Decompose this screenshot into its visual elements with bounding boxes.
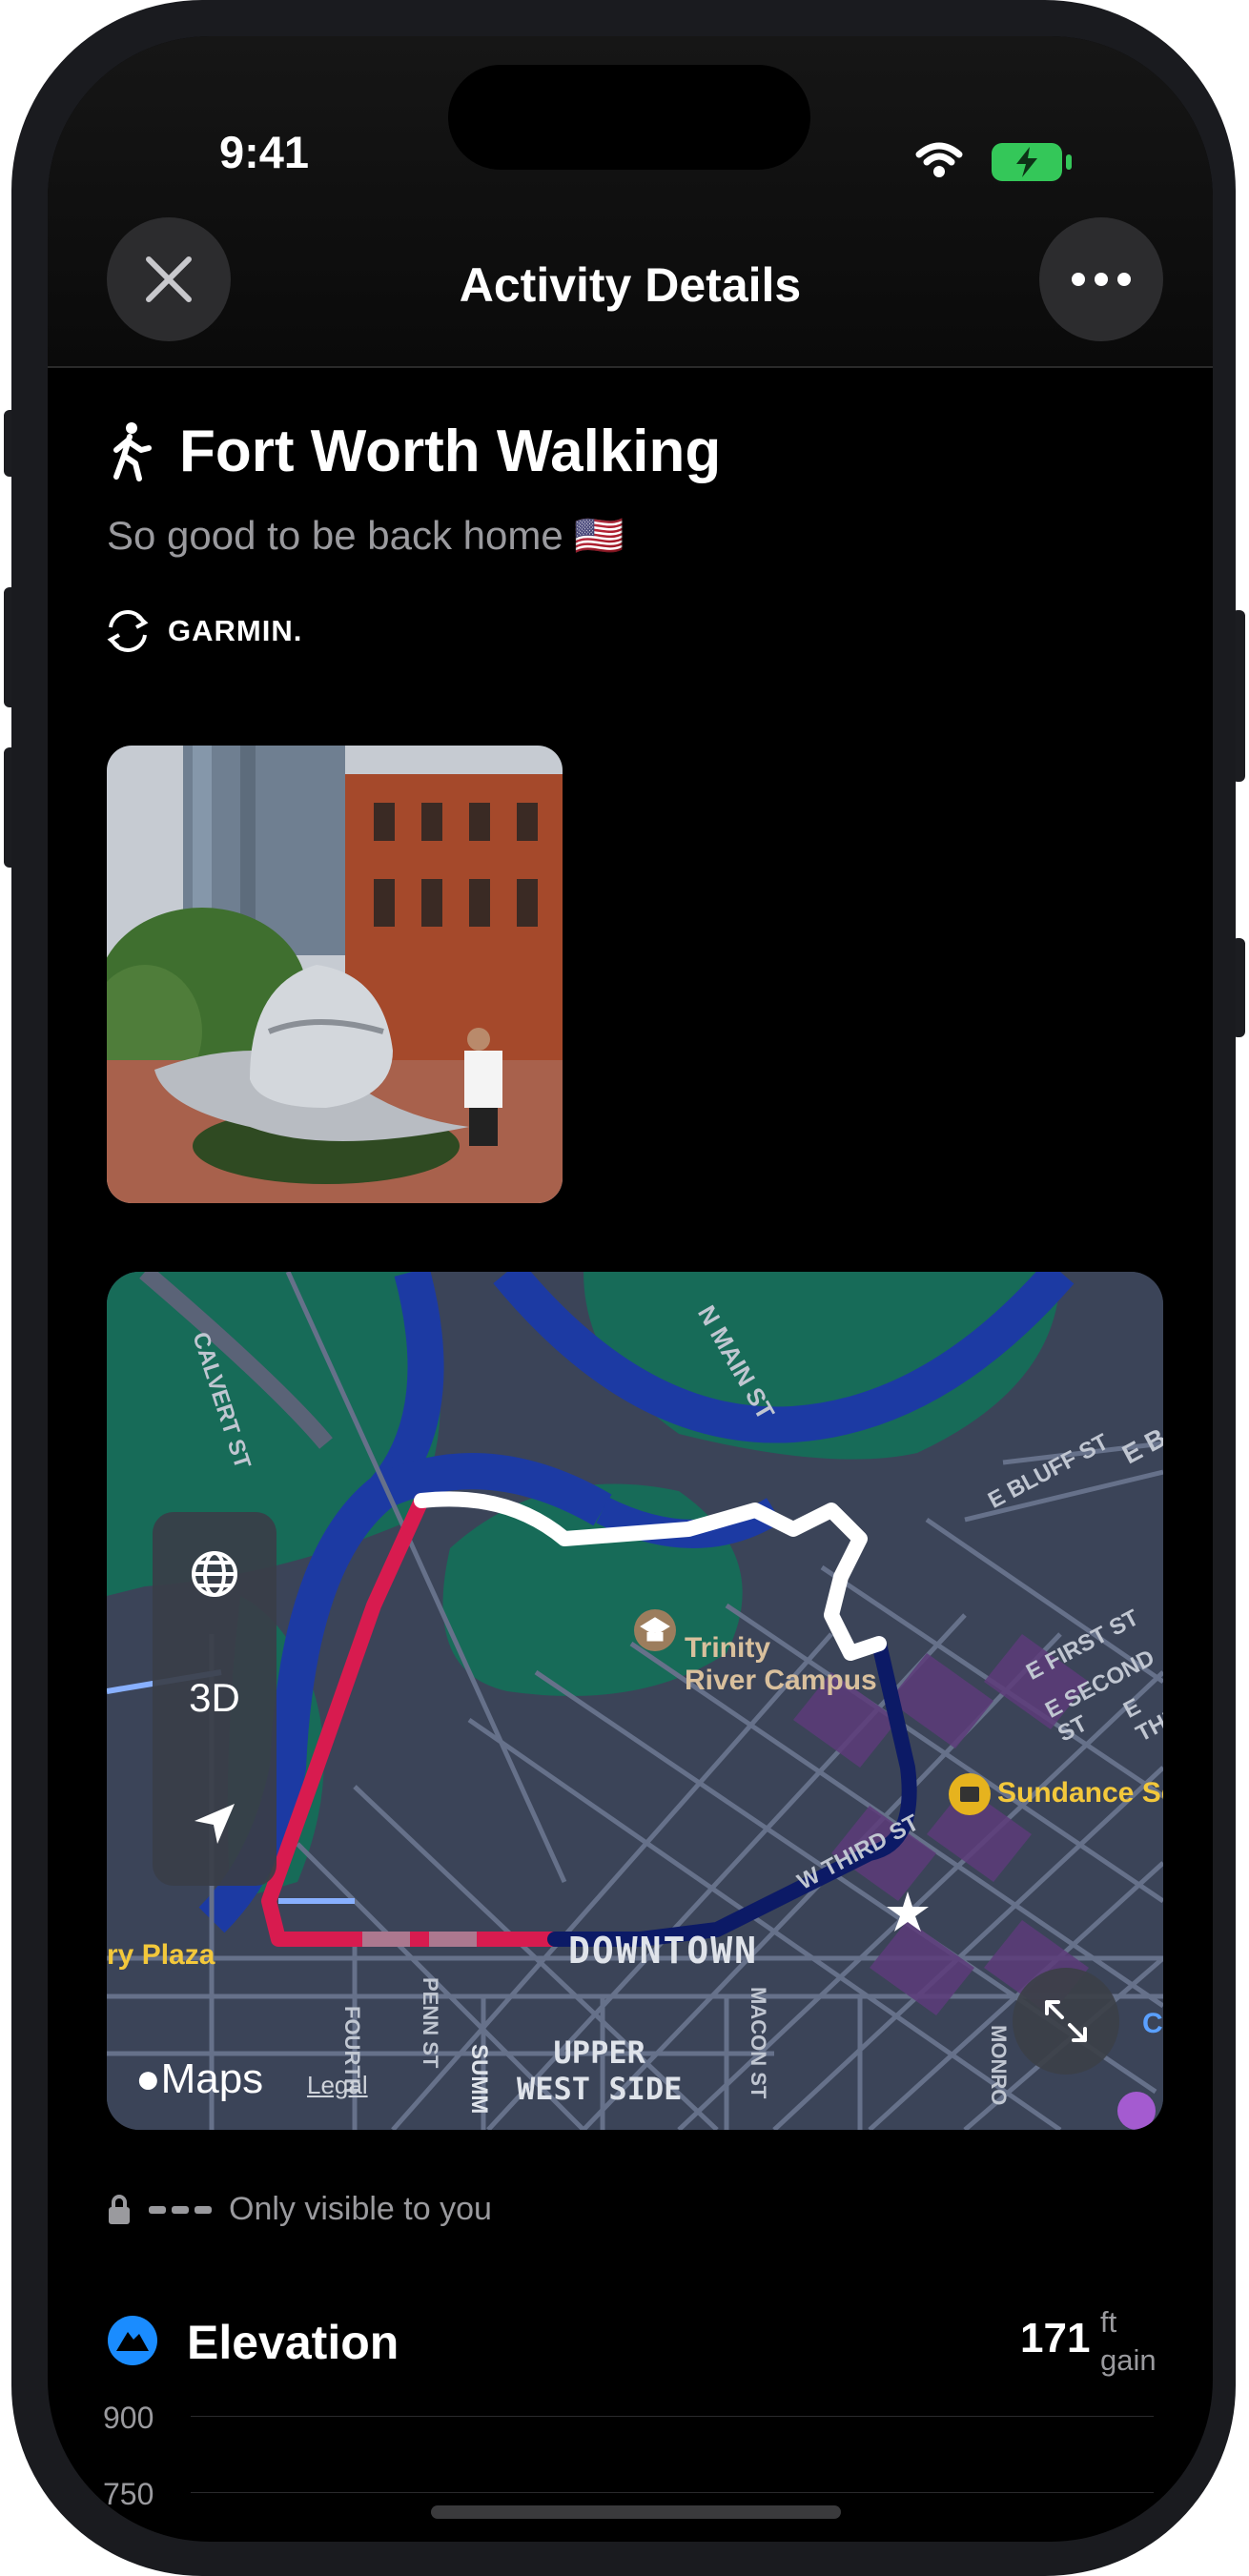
location-arrow-icon <box>195 1804 235 1844</box>
label-summit: SUMM <box>466 2044 492 2115</box>
y-tick: 900 <box>103 2401 154 2435</box>
dynamic-island <box>448 65 810 170</box>
more-icon <box>1072 273 1131 286</box>
photo-image <box>107 746 563 1203</box>
label-downtown: DOWNTOWN <box>568 1930 759 1972</box>
walking-icon <box>113 422 152 481</box>
label-sundance-square: Sundance Squ <box>997 1777 1163 1809</box>
battery-icon <box>992 143 1062 181</box>
y-tick: 750 <box>103 2477 154 2511</box>
globe-icon <box>192 1551 237 1597</box>
maps-brand: ●Maps <box>135 2055 263 2103</box>
expand-icon <box>1045 2000 1087 2042</box>
wifi-icon <box>915 142 963 177</box>
elevation-icon <box>108 2316 157 2365</box>
battery-tip <box>1066 154 1072 170</box>
legal-link[interactable]: Legal <box>307 2071 368 2100</box>
gridline <box>191 2416 1154 2417</box>
phone-frame: 9:41 Activity Details Fort Worth Walking… <box>11 0 1236 2576</box>
more-button[interactable] <box>1039 217 1163 341</box>
label-plaza: ry Plaza <box>107 1939 215 1971</box>
route-map[interactable]: CALVERT ST N MAIN ST E BLUFF ST E B E FI… <box>107 1272 1163 2130</box>
sync-icon <box>107 610 149 652</box>
map-controls: 3D <box>153 1512 276 1886</box>
screen: 9:41 Activity Details Fort Worth Walking… <box>48 36 1213 2542</box>
view-3d-button[interactable]: 3D <box>153 1636 276 1760</box>
label-monroe: MONRO <box>987 2025 1011 2106</box>
route-dashes-icon <box>149 2205 212 2214</box>
privacy-text: Only visible to you <box>229 2191 492 2227</box>
status-time: 9:41 <box>219 127 310 177</box>
label-trinity-river-campus: Trinity River Campus <box>685 1632 877 1696</box>
label-penn-st: PENN ST <box>419 1977 442 2069</box>
elevation-unit-ft: ft <box>1100 2305 1117 2339</box>
elevation-title: Elevation <box>187 2316 399 2369</box>
activity-description: So good to be back home 🇺🇸 <box>107 513 624 558</box>
expand-map-button[interactable] <box>1013 1968 1119 2075</box>
page-title: Activity Details <box>459 258 802 312</box>
maps-brand-label: Maps <box>160 2055 264 2102</box>
activity-photo[interactable] <box>107 746 563 1203</box>
source-brand: GARMIN. <box>168 614 303 647</box>
label-upper-west-side: UPPER WEST SIDE <box>517 2034 683 2107</box>
elevation-gain-value: 171 <box>1020 2315 1091 2361</box>
apple-logo-icon: ● <box>135 2055 161 2102</box>
gridline <box>191 2492 1154 2493</box>
label-c: C <box>1142 2008 1163 2039</box>
label-macon-st: MACON ST <box>747 1987 770 2099</box>
elevation-unit-gain: gain <box>1100 2343 1157 2377</box>
locate-button[interactable] <box>153 1762 276 1886</box>
home-indicator[interactable] <box>431 2505 841 2519</box>
privacy-note: Only visible to you <box>107 2191 492 2228</box>
lock-icon <box>109 2194 130 2224</box>
elevation-unit: ft gain <box>1100 2303 1157 2380</box>
activity-title: Fort Worth Walking <box>179 419 722 484</box>
globe-button[interactable] <box>153 1512 276 1636</box>
